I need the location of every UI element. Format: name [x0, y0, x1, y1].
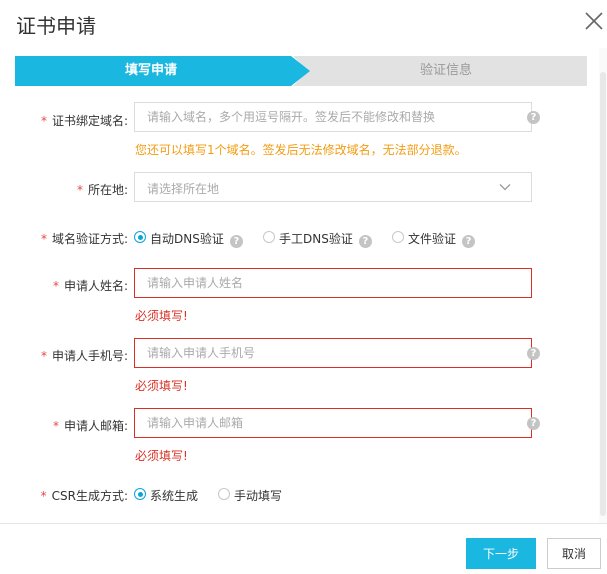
required-mark: * [40, 489, 47, 503]
applicant-phone-label: * 申请人手机号: [0, 347, 128, 364]
scrollbar-thumb[interactable] [600, 72, 606, 516]
chevron-down-icon [499, 181, 511, 196]
domain-hint: 您还可以填写1个域名。签发后无法修改域名，无法部分退款。 [135, 143, 467, 157]
file-verify-help-icon[interactable]: ? [462, 235, 476, 248]
applicant-phone-help-icon[interactable]: ? [527, 347, 540, 360]
radio-circle [134, 231, 146, 243]
applicant-email-input[interactable] [134, 408, 532, 438]
cancel-button[interactable]: 取消 [547, 538, 601, 569]
required-mark: * [52, 419, 59, 433]
required-mark: * [52, 279, 59, 293]
certificate-application-dialog: 证书申请 填写申请 验证信息 * 证书绑定域名: ? 您还可以填写1个域名。签发后… [0, 0, 607, 574]
radio-circle [263, 231, 275, 243]
required-mark: * [76, 183, 83, 197]
location-label: * 所在地: [0, 181, 128, 198]
required-mark: * [40, 349, 47, 363]
applicant-name-input[interactable] [134, 268, 532, 298]
domain-help-icon[interactable]: ? [527, 111, 540, 124]
radio-manual-dns-label: 手工DNS验证 [279, 232, 353, 246]
applicant-email-label-text: 申请人邮箱: [63, 419, 128, 433]
location-label-text: 所在地: [87, 183, 128, 197]
csr-label: * CSR生成方式: [0, 487, 128, 504]
domain-label-text: 证书绑定域名: [51, 114, 128, 128]
domain-label: * 证书绑定域名: [0, 112, 128, 129]
domain-input[interactable] [134, 102, 532, 132]
applicant-email-error: 必须填写! [135, 449, 188, 463]
required-mark: * [40, 232, 47, 246]
required-mark: * [40, 114, 47, 128]
applicant-phone-error: 必须填写! [135, 379, 188, 393]
applicant-name-error: 必须填写! [135, 309, 188, 323]
auto-dns-help-icon[interactable]: ? [229, 235, 243, 248]
radio-csr-manual-label: 手动填写 [234, 489, 283, 503]
applicant-name-label: * 申请人姓名: [0, 277, 128, 294]
step-indicator: 填写申请 验证信息 [15, 56, 587, 86]
applicant-name-label-text: 申请人姓名: [63, 279, 128, 293]
manual-dns-help-icon[interactable]: ? [358, 235, 372, 248]
close-icon[interactable] [583, 10, 605, 32]
applicant-email-label: * 申请人邮箱: [0, 417, 128, 434]
next-step-button[interactable]: 下一步 [466, 538, 536, 569]
location-select-placeholder: 请选择所在地 [147, 182, 220, 196]
radio-file-verify-label: 文件验证 [408, 232, 457, 246]
dialog-footer: 下一步 取消 [0, 523, 607, 574]
csr-label-text: CSR生成方式: [51, 489, 128, 503]
radio-circle [134, 488, 146, 500]
radio-csr-system-label: 系统生成 [150, 489, 199, 503]
verify-method-label-text: 域名验证方式: [51, 232, 128, 246]
applicant-phone-input[interactable] [134, 338, 532, 368]
location-select[interactable]: 请选择所在地 [134, 172, 532, 202]
radio-circle [392, 231, 404, 243]
radio-auto-dns-label: 自动DNS验证 [150, 232, 224, 246]
applicant-email-help-icon[interactable]: ? [527, 417, 540, 430]
step-2-label: 验证信息 [420, 63, 473, 78]
applicant-phone-label-text: 申请人手机号: [51, 349, 128, 363]
step-1-label: 填写申请 [125, 63, 178, 78]
radio-circle [218, 488, 230, 500]
verify-method-label: * 域名验证方式: [0, 230, 128, 247]
vertical-scrollbar[interactable] [599, 48, 607, 524]
dialog-header: 证书申请 [0, 0, 607, 46]
dialog-title: 证书申请 [16, 14, 96, 38]
